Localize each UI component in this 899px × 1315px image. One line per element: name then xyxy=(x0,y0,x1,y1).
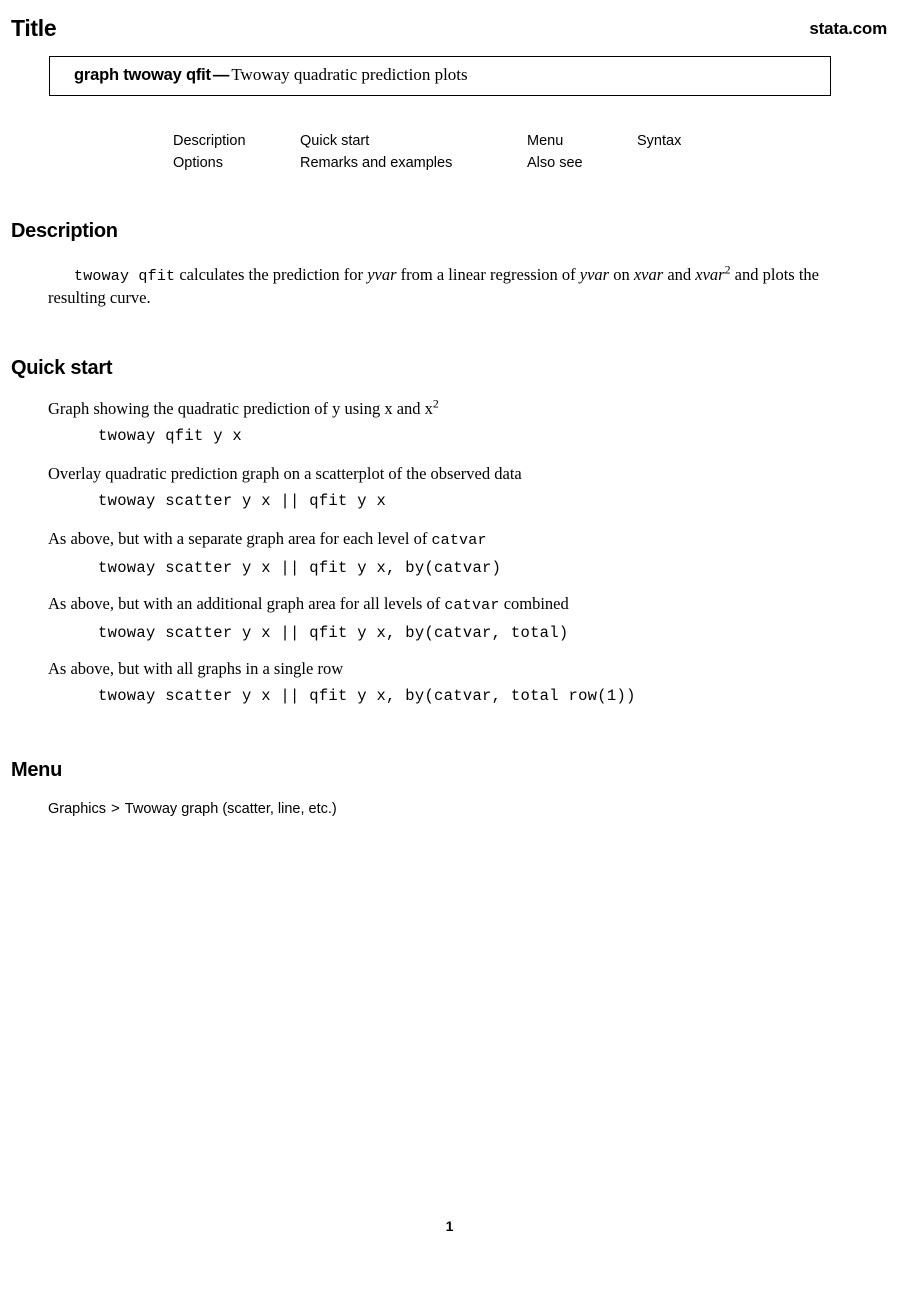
quick-start-caption-pre: As above, but with all graphs in a singl… xyxy=(48,659,344,678)
quick-start-caption-exponent: 2 xyxy=(432,396,439,411)
page-header: Title stata.com xyxy=(0,14,899,48)
description-var-xvar-2: xvar xyxy=(695,265,725,284)
quick-start-item: As above, but with a separate graph area… xyxy=(48,528,878,578)
command-title-line: graph twoway qfit — Twoway quadratic predi… xyxy=(74,65,468,85)
quick-start-item: As above, but with an additional graph a… xyxy=(48,593,878,643)
link-column-2: Quick start Remarks and examples xyxy=(300,130,452,174)
quick-start-caption-post: combined xyxy=(499,594,569,613)
quick-start-caption-pre: As above, but with a separate graph area… xyxy=(48,529,432,548)
quick-start-caption-pre: Overlay quadratic prediction graph on a … xyxy=(48,464,522,483)
quick-start-caption: As above, but with a separate graph area… xyxy=(48,528,878,551)
description-var-yvar-1: yvar xyxy=(367,265,397,284)
quick-start-caption-pre: Graph showing the quadratic prediction o… xyxy=(48,399,433,418)
description-command: twoway qfit xyxy=(74,268,176,285)
quick-start-item: Overlay quadratic prediction graph on a … xyxy=(48,463,878,511)
quick-start-caption: As above, but with an additional graph a… xyxy=(48,593,878,616)
quick-start-code: twoway scatter y x || qfit y x, by(catva… xyxy=(98,624,569,642)
section-links: Description Options Quick start Remarks … xyxy=(0,130,899,176)
link-menu[interactable]: Menu xyxy=(527,130,583,152)
command-title-box: graph twoway qfit — Twoway quadratic predi… xyxy=(49,56,831,96)
description-var-yvar-2: yvar xyxy=(579,265,610,284)
quick-start-code: twoway qfit y x xyxy=(98,427,243,445)
link-also-see[interactable]: Also see xyxy=(527,152,583,174)
menu-path-separator-icon: > xyxy=(111,800,120,817)
quick-start-item: Graph showing the quadratic prediction o… xyxy=(48,398,878,446)
link-description[interactable]: Description xyxy=(173,130,246,152)
command-name: graph twoway qfit xyxy=(74,66,211,84)
heading-description: Description xyxy=(11,220,118,242)
description-text-1: calculates the prediction for xyxy=(175,265,368,284)
menu-path-root: Graphics xyxy=(48,801,107,817)
heading-menu: Menu xyxy=(11,759,63,781)
quick-start-caption: As above, but with all graphs in a singl… xyxy=(48,658,878,679)
quick-start-code: twoway scatter y x || qfit y x, by(catva… xyxy=(98,559,502,577)
description-text-4: and xyxy=(663,265,696,284)
link-column-4: Syntax xyxy=(637,130,681,152)
command-description: Twoway quadratic prediction plots xyxy=(231,65,468,84)
quick-start-caption: Graph showing the quadratic prediction o… xyxy=(48,398,878,419)
description-text-2: from a linear regression of xyxy=(396,265,580,284)
document-page: Title stata.com graph twoway qfit — Twoway… xyxy=(0,0,899,1315)
link-options[interactable]: Options xyxy=(173,152,246,174)
link-remarks-and-examples[interactable]: Remarks and examples xyxy=(300,152,452,174)
quick-start-caption-varname: catvar xyxy=(431,532,487,549)
quick-start-item: As above, but with all graphs in a singl… xyxy=(48,658,878,706)
menu-path-leaf: Twoway graph (scatter, line, etc.) xyxy=(124,801,337,817)
quick-start-caption-varname: catvar xyxy=(444,597,500,614)
link-syntax[interactable]: Syntax xyxy=(637,130,681,152)
description-var-xvar-1: xvar xyxy=(633,265,664,284)
quick-start-caption-pre: As above, but with an additional graph a… xyxy=(48,594,445,613)
quick-start-code: twoway scatter y x || qfit y x, by(catva… xyxy=(98,687,636,705)
page-title: Title xyxy=(11,15,57,41)
description-paragraph: twoway qfit calculates the prediction fo… xyxy=(48,264,870,308)
link-quick-start[interactable]: Quick start xyxy=(300,130,452,152)
stata-com-brand: stata.com xyxy=(809,19,887,38)
em-dash: — xyxy=(212,66,230,84)
quick-start-caption: Overlay quadratic prediction graph on a … xyxy=(48,463,878,484)
quick-start-code: twoway scatter y x || qfit y x xyxy=(98,492,387,510)
link-column-1: Description Options xyxy=(173,130,246,174)
description-text-3: on xyxy=(609,265,634,284)
page-number: 1 xyxy=(445,1218,454,1234)
menu-path: Graphics > Twoway graph (scatter, line, et… xyxy=(48,799,337,819)
link-column-3: Menu Also see xyxy=(527,130,583,174)
heading-quick-start: Quick start xyxy=(11,357,113,379)
